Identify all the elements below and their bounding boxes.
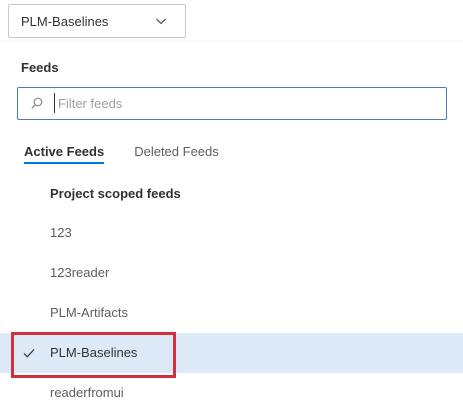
check-icon	[23, 349, 35, 358]
project-scoped-feeds-header: Project scoped feeds	[50, 186, 181, 201]
filter-feeds-box[interactable]	[17, 87, 447, 120]
feed-item-readerfromui[interactable]: readerfromui	[0, 373, 463, 413]
feed-item-label: 123	[50, 225, 72, 240]
feed-tabs: Active Feeds Deleted Feeds	[24, 144, 219, 164]
filter-feeds-input[interactable]	[54, 93, 438, 113]
feed-item-plm-artifacts[interactable]: PLM-Artifacts	[0, 293, 463, 333]
feed-item-123reader[interactable]: 123reader	[0, 253, 463, 293]
feed-item-label: PLM-Baselines	[50, 345, 138, 360]
search-icon	[31, 97, 43, 109]
feeds-section-label: Feeds	[21, 60, 59, 75]
feed-item-label: 123reader	[50, 265, 110, 280]
feed-item-label: PLM-Artifacts	[50, 305, 129, 320]
feed-item-123[interactable]: 123	[0, 213, 463, 253]
feed-picker-dropdown[interactable]: PLM-Baselines	[8, 4, 186, 38]
feed-picker-label: PLM-Baselines	[21, 13, 109, 29]
feed-item-label: readerfromui	[50, 385, 124, 400]
tab-deleted-feeds[interactable]: Deleted Feeds	[134, 144, 219, 164]
feed-item-plm-baselines[interactable]: PLM-Baselines	[0, 333, 463, 373]
feed-selector-view: PLM-Baselines Feeds Active Feeds Deleted…	[0, 0, 463, 419]
tab-active-feeds[interactable]: Active Feeds	[24, 144, 105, 164]
feed-list: 123 123reader PLM-Artifacts PLM-Baseline…	[0, 213, 463, 413]
chevron-down-icon	[156, 18, 166, 25]
